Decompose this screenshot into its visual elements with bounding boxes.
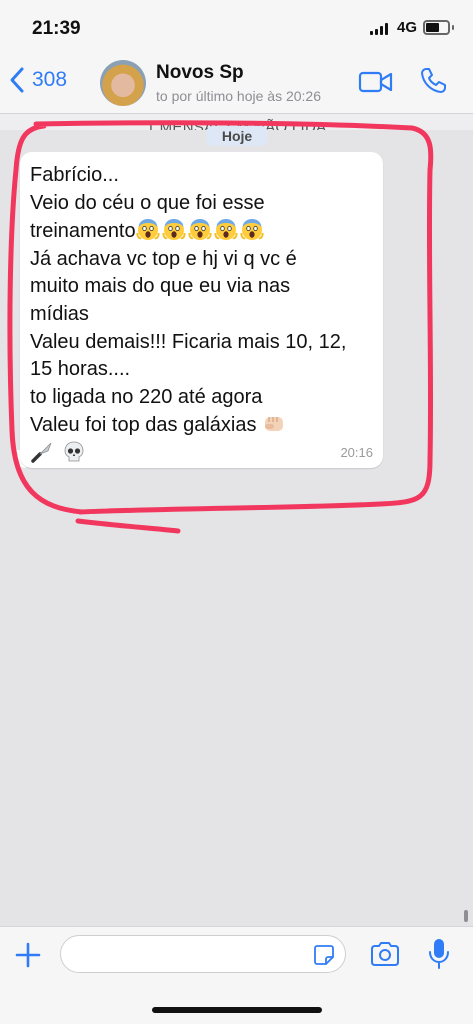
message-line: Fabrício...	[30, 164, 119, 186]
skull-emoji	[64, 441, 83, 462]
network-label: 4G	[397, 19, 418, 36]
fist-emoji	[265, 417, 284, 432]
message-text: Valeu foi top das galáxias	[30, 414, 257, 437]
message-line: Valeu foi top das galáxias	[30, 411, 373, 440]
contact-name[interactable]: Novos Sp	[156, 62, 244, 84]
battery-tip	[452, 25, 454, 30]
home-indicator	[152, 1007, 322, 1013]
message-line: Já achava vc top e hj vi q vc é	[30, 247, 297, 270]
scroll-indicator[interactable]	[464, 910, 468, 922]
scream-emoji	[214, 219, 238, 241]
input-bar	[0, 926, 473, 1024]
message-line: treinamento	[30, 217, 373, 246]
back-count: 308	[32, 68, 68, 91]
battery-icon	[423, 20, 450, 35]
message-line: muito mais do que eu via nas	[30, 275, 291, 298]
knife-emoji	[31, 442, 52, 463]
message-input[interactable]	[60, 935, 346, 973]
scream-emoji	[240, 219, 264, 241]
message-line: mídias	[30, 302, 89, 325]
scream-emoji	[136, 219, 160, 241]
phone-icon[interactable]	[418, 66, 448, 96]
message-text: treinamento	[30, 220, 136, 243]
chevron-left-icon	[10, 67, 24, 93]
chat-header: 308 Novos Sp to por último hoje às 20:26	[0, 54, 473, 114]
status-time: 21:39	[32, 18, 81, 39]
plus-icon[interactable]	[14, 941, 42, 969]
microphone-icon[interactable]	[428, 938, 450, 970]
message-line	[30, 440, 373, 469]
camera-icon[interactable]	[370, 941, 400, 967]
scream-emoji-group	[136, 219, 266, 242]
message-bubble[interactable]: Fabrício... Veio do céu o que foi esse t…	[20, 152, 383, 468]
message-line: to ligada no 220 até agora	[30, 385, 263, 408]
status-bar: 21:39 4G	[0, 0, 473, 54]
video-call-icon[interactable]	[358, 70, 394, 94]
message-time: 20:16	[340, 445, 373, 460]
scream-emoji	[162, 219, 186, 241]
message-line: 15 horas....	[30, 358, 131, 381]
signal-icon	[370, 23, 390, 35]
date-pill: Hoje	[206, 126, 268, 146]
message-line: Veio do céu o que foi esse	[30, 191, 265, 214]
scream-emoji	[188, 219, 212, 241]
message-line: Valeu demais!!! Ficaria mais 10, 12,	[30, 330, 347, 353]
back-button[interactable]: 308	[8, 66, 67, 94]
sticker-icon[interactable]	[313, 944, 335, 966]
contact-status: to por último hoje às 20:26	[156, 88, 321, 104]
avatar[interactable]	[100, 60, 146, 106]
